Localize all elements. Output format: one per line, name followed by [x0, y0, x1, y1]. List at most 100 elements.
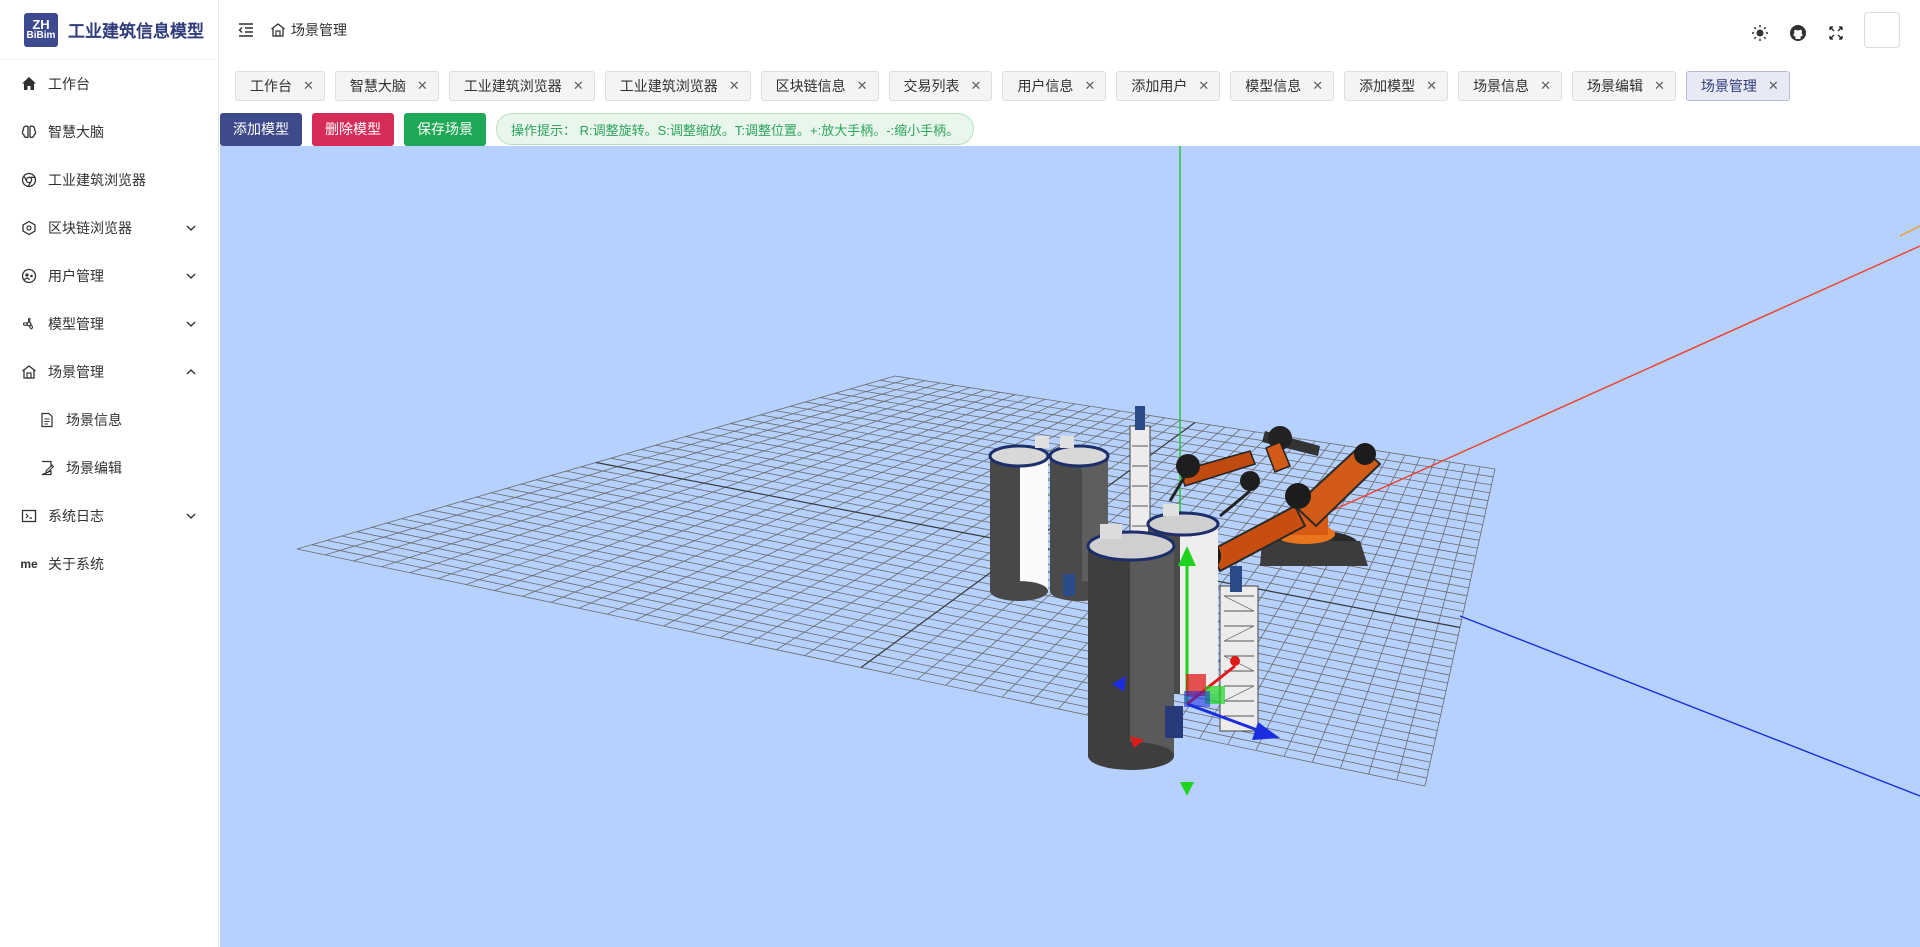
save-scene-button[interactable]: 保存场景 [404, 112, 486, 146]
tab-model-info[interactable]: 模型信息 ✕ [1230, 71, 1335, 101]
ground-grid [296, 375, 1496, 787]
sidebar-item-scenes[interactable]: 场景管理 [0, 348, 218, 396]
x-axis-line [1319, 245, 1920, 517]
sidebar-item-scene-info[interactable]: 场景信息 [0, 396, 218, 444]
breadcrumb: 场景管理 [270, 20, 347, 40]
user-group-icon [20, 267, 38, 285]
close-icon[interactable]: ✕ [303, 78, 314, 94]
sidebar-item-label: 模型管理 [48, 316, 104, 332]
tab-scene-info[interactable]: 场景信息 ✕ [1458, 71, 1562, 101]
home-icon [20, 75, 38, 93]
sidebar-item-label: 用户管理 [48, 268, 104, 284]
blockchain-icon [20, 219, 38, 237]
sidebar-item-label: 场景编辑 [66, 460, 122, 476]
sidebar-item-building-browser[interactable]: 工业建筑浏览器 [0, 156, 218, 204]
tab-label: 工业建筑浏览器 [619, 78, 718, 94]
close-icon[interactable]: ✕ [417, 78, 428, 94]
breadcrumb-label: 场景管理 [291, 22, 347, 38]
add-model-button[interactable]: 添加模型 [220, 112, 302, 146]
tab-scene-management[interactable]: 场景管理 ✕ [1685, 71, 1790, 101]
brain-icon [20, 123, 38, 141]
delete-model-button[interactable]: 删除模型 [312, 112, 394, 146]
sidebar: ZH BiBim 工业建筑信息模型 工作台 智慧大脑 工业建筑浏览器 区块链浏览… [0, 0, 219, 947]
tab-label: 场景编辑 [1586, 78, 1643, 94]
tab-building-browser-2[interactable]: 工业建筑浏览器 ✕ [604, 71, 751, 101]
tab-scene-edit[interactable]: 场景编辑 ✕ [1571, 71, 1676, 101]
chrome-icon [20, 171, 38, 189]
tab-label: 场景信息 [1473, 78, 1530, 94]
header-actions [1750, 12, 1900, 48]
tab-user-info[interactable]: 用户信息 ✕ [1002, 71, 1107, 101]
sidebar-item-blockchain[interactable]: 区块链浏览器 [0, 204, 218, 252]
sidebar-item-workbench[interactable]: 工作台 [0, 60, 218, 108]
tab-building-browser-1[interactable]: 工业建筑浏览器 ✕ [448, 71, 595, 101]
z-axis-line [1459, 615, 1920, 797]
scene-home-icon [20, 363, 38, 381]
tab-label: 添加用户 [1131, 78, 1188, 94]
scene-canvas[interactable] [220, 146, 1920, 947]
sidebar-item-label: 区块链浏览器 [48, 220, 132, 236]
tab-label: 工作台 [250, 78, 292, 94]
tab-blockchain-info[interactable]: 区块链信息 ✕ [760, 71, 879, 101]
model-icon [20, 315, 38, 333]
menu-fold-icon[interactable] [236, 20, 256, 40]
close-icon[interactable]: ✕ [729, 78, 740, 94]
tab-add-model[interactable]: 添加模型 ✕ [1344, 71, 1449, 101]
logo-bottom-text: BiBim [26, 29, 56, 41]
tab-label: 工业建筑浏览器 [463, 78, 562, 94]
tab-smart-brain[interactable]: 智慧大脑 ✕ [334, 71, 439, 101]
theme-sun-icon[interactable] [1750, 23, 1770, 43]
scene-viewport[interactable] [220, 146, 1920, 947]
header: 场景管理 [220, 0, 1920, 60]
operation-hint: 操作提示： R:调整旋转。S:调整缩放。T:调整位置。+:放大手柄。-:缩小手柄… [496, 113, 975, 145]
close-icon[interactable]: ✕ [1426, 78, 1437, 94]
tab-label: 用户信息 [1017, 78, 1074, 94]
close-icon[interactable]: ✕ [1768, 78, 1779, 94]
avatar[interactable] [1864, 12, 1900, 48]
close-icon[interactable]: ✕ [573, 78, 584, 94]
edit-document-icon [38, 459, 56, 477]
github-icon[interactable] [1788, 23, 1808, 43]
chevron-down-icon [186, 273, 196, 279]
tabs-bar: 工作台 ✕ 智慧大脑 ✕ 工业建筑浏览器 ✕ 工业建筑浏览器 ✕ 区块链信息 ✕ 交易列表… [220, 68, 1920, 104]
sidebar-item-label: 关于系统 [48, 556, 104, 572]
scene-toolbar: 添加模型 删除模型 保存场景 操作提示： R:调整旋转。S:调整缩放。T:调整位… [220, 112, 975, 146]
axis-line-orange [1899, 225, 1920, 237]
sidebar-item-scene-edit[interactable]: 场景编辑 [0, 444, 218, 492]
logo-top-text: ZH [32, 16, 50, 32]
close-icon[interactable]: ✕ [1198, 78, 1209, 94]
fullscreen-icon[interactable] [1826, 23, 1846, 43]
close-icon[interactable]: ✕ [1312, 78, 1323, 94]
sidebar-item-users[interactable]: 用户管理 [0, 252, 218, 300]
tab-workbench[interactable]: 工作台 ✕ [235, 71, 325, 101]
sidebar-item-smart-brain[interactable]: 智慧大脑 [0, 108, 218, 156]
sidebar-menu: 工作台 智慧大脑 工业建筑浏览器 区块链浏览器 用户管理 模型管理 场景管理 场… [0, 60, 218, 588]
sidebar-item-about[interactable]: me 关于系统 [0, 540, 218, 588]
tab-add-user[interactable]: 添加用户 ✕ [1116, 71, 1221, 101]
close-icon[interactable]: ✕ [1654, 78, 1665, 94]
sidebar-item-label: 工业建筑浏览器 [48, 172, 146, 188]
close-icon[interactable]: ✕ [857, 78, 868, 94]
sidebar-item-label: 工作台 [48, 76, 90, 92]
chevron-up-icon [186, 369, 196, 375]
tab-label: 添加模型 [1359, 78, 1416, 94]
close-icon[interactable]: ✕ [971, 78, 982, 94]
tab-label: 区块链信息 [775, 78, 846, 94]
sidebar-item-label: 场景管理 [48, 364, 104, 380]
sidebar-item-system-log[interactable]: 系统日志 [0, 492, 218, 540]
chevron-down-icon [186, 513, 196, 519]
breadcrumb-home-icon [271, 23, 285, 37]
close-icon[interactable]: ✕ [1540, 78, 1551, 94]
logo: ZH BiBim [24, 12, 58, 47]
sidebar-item-label: 智慧大脑 [48, 124, 104, 140]
chevron-down-icon [186, 321, 196, 327]
app-title: 工业建筑信息模型 [68, 22, 204, 41]
close-icon[interactable]: ✕ [1084, 78, 1095, 94]
tab-label: 模型信息 [1245, 78, 1302, 94]
tab-transactions[interactable]: 交易列表 ✕ [888, 71, 993, 101]
sidebar-item-models[interactable]: 模型管理 [0, 300, 218, 348]
me-icon: me [20, 557, 38, 571]
sidebar-item-label: 系统日志 [48, 508, 104, 524]
document-icon [38, 411, 56, 429]
sidebar-item-label: 场景信息 [66, 412, 122, 428]
